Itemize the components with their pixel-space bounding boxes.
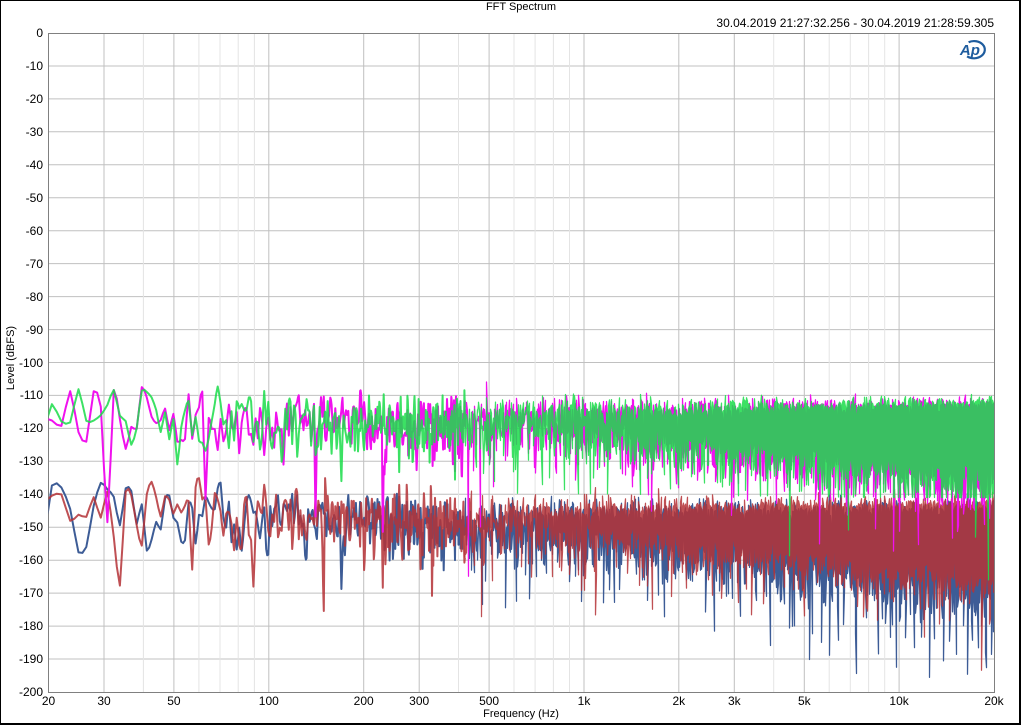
svg-text:Ap: Ap xyxy=(959,42,980,59)
